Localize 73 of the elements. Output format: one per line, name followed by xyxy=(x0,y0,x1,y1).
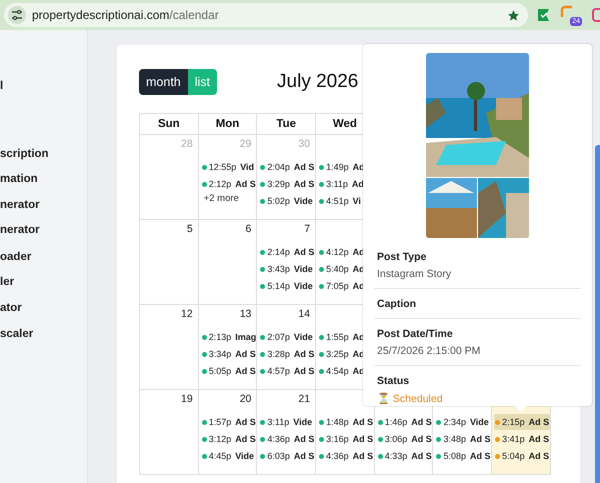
day-number: 12 xyxy=(181,308,193,322)
more-link[interactable]: +2 more xyxy=(204,193,239,204)
sidebar-item[interactable]: ator xyxy=(0,302,22,314)
field-label: Caption xyxy=(377,298,418,310)
calendar-event[interactable]: 3:12p Ad S xyxy=(200,431,257,447)
calendar-title: July 2026 xyxy=(277,71,358,93)
calendar-event[interactable]: 5:04p Ad S xyxy=(494,448,550,464)
calendar-event[interactable]: 2:34p Vide xyxy=(435,414,490,430)
calendar-event[interactable]: 1:48p Ad S xyxy=(318,414,374,430)
calendar-event[interactable]: 4:57p Ad S xyxy=(259,363,316,379)
weekday-header: Sun xyxy=(140,114,199,135)
scrollbar[interactable] xyxy=(595,145,600,483)
sidebar-item[interactable]: l xyxy=(0,80,4,92)
sidebar-item[interactable]: scaler xyxy=(0,328,34,340)
day-number: 6 xyxy=(246,223,252,237)
field-label: Status xyxy=(377,375,410,387)
calendar-event[interactable]: 4:51p Vi xyxy=(318,193,362,209)
calendar-event[interactable]: 2:07p Vide xyxy=(259,329,314,345)
calendar-event[interactable]: 3:43p Vide xyxy=(259,261,314,277)
sidebar-item[interactable]: mation xyxy=(0,173,38,185)
field-label: Post Type xyxy=(377,251,428,263)
calendar-event[interactable]: 5:02p Vide xyxy=(259,193,314,209)
day-number: 7 xyxy=(304,223,310,237)
field-value: Instagram Story xyxy=(377,268,452,280)
day-number: 28 xyxy=(181,138,193,152)
calendar-event[interactable]: 4:36p Ad S xyxy=(318,448,374,464)
camera-icon[interactable] xyxy=(592,8,600,22)
sidebar-item[interactable]: nerator xyxy=(0,199,40,211)
sidebar-item[interactable]: oader xyxy=(0,251,32,263)
calendar-event[interactable]: 3:16p Ad S xyxy=(318,431,374,447)
field-value: 25/7/2026 2:15:00 PM xyxy=(377,345,482,357)
status-text: ⏳ Scheduled xyxy=(377,392,443,405)
site-info-icon[interactable] xyxy=(8,6,26,24)
sidebar-item[interactable]: ler xyxy=(0,276,14,288)
calendar-event[interactable]: 5:08p Ad S xyxy=(435,448,492,464)
calendar-event[interactable]: 3:29p Ad S xyxy=(259,176,316,192)
calendar-event[interactable]: 4:36p Ad S xyxy=(259,431,316,447)
view-tab[interactable]: month xyxy=(139,69,188,95)
calendar-event[interactable]: 6:03p Ad S xyxy=(259,448,316,464)
day-number: 5 xyxy=(186,223,193,237)
calendar-event[interactable]: 12:55p Vid xyxy=(200,159,256,175)
calendar-event[interactable]: 2:12p Ad S xyxy=(200,176,257,192)
calendar-event[interactable]: 1:46p Ad S xyxy=(376,414,433,430)
calendar-event[interactable]: 5:05p Ad S xyxy=(200,363,257,379)
calendar-event[interactable]: 2:13p Imag xyxy=(200,329,258,345)
calendar-event[interactable]: 2:04p Ad S xyxy=(259,159,316,175)
sidebar-item[interactable]: scription xyxy=(0,148,49,160)
weekday-header: Mon xyxy=(198,114,258,135)
day-number: 30 xyxy=(298,138,310,152)
day-number: 21 xyxy=(298,393,310,407)
star-icon[interactable] xyxy=(507,8,520,22)
day-number: 29 xyxy=(240,138,252,152)
weekday-header: Tue xyxy=(257,114,316,135)
day-number: 13 xyxy=(240,308,252,322)
calendar-event[interactable]: 5:14p Vide xyxy=(259,278,314,294)
calendar-event[interactable]: 1:57p Ad S xyxy=(200,414,257,430)
calendar-event[interactable]: 3:28p Ad S xyxy=(259,346,316,362)
calendar-event[interactable]: 3:34p Ad S xyxy=(200,346,257,362)
calendar-event[interactable]: 4:45p Vide xyxy=(200,448,256,464)
calendar-event[interactable]: 3:11p Ad xyxy=(318,176,365,192)
field-label: Post Date/Time xyxy=(377,328,454,340)
calendar-event[interactable]: 3:11p Vide xyxy=(259,414,314,430)
day-number: 19 xyxy=(181,393,193,407)
calendar-event[interactable]: 3:48p Ad S xyxy=(435,431,492,447)
sidebar-item[interactable]: nerator xyxy=(0,224,40,236)
calendar-event[interactable]: 2:14p Ad S xyxy=(259,244,316,260)
day-number: 20 xyxy=(240,393,252,407)
calendar-event[interactable]: 4:33p Ad S xyxy=(376,448,433,464)
day-number: 14 xyxy=(298,308,310,322)
calendar-event[interactable]: 3:06p Ad S xyxy=(376,431,433,447)
calendar-event[interactable]: 2:15p Ad S xyxy=(494,414,550,430)
calendar-event[interactable]: 3:41p Ad S xyxy=(494,431,550,447)
flag-icon[interactable] xyxy=(536,8,550,22)
